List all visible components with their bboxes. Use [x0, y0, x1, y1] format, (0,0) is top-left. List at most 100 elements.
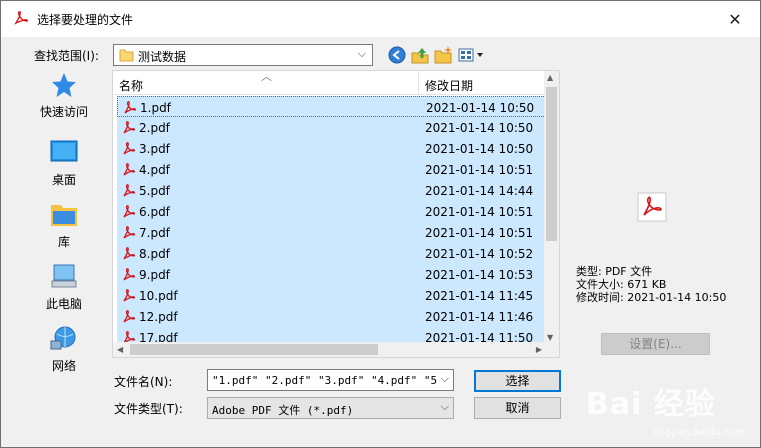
- title-bar: 选择要处理的文件 ✕: [1, 1, 760, 37]
- file-date: 2021-01-14 10:51: [425, 163, 534, 177]
- look-in-value: 测试数据: [138, 50, 187, 64]
- up-folder-icon[interactable]: [410, 45, 430, 65]
- sort-ascending-icon: ︿: [261, 70, 272, 83]
- file-row[interactable]: 6.pdf 2021-01-14 10:51: [117, 201, 546, 222]
- filetype-label: 文件类型(T):: [114, 402, 183, 416]
- open-button[interactable]: 选择: [474, 370, 561, 392]
- close-icon: ✕: [728, 9, 742, 29]
- pdf-file-icon: [123, 289, 136, 302]
- filetype-value: Adobe PDF 文件 (*.pdf): [212, 404, 354, 417]
- pdf-file-icon: [123, 310, 136, 323]
- folder-icon: [119, 49, 134, 62]
- file-date: 2021-01-14 11:45: [425, 289, 534, 303]
- look-in-dropdown[interactable]: 测试数据 ⌵: [113, 44, 373, 66]
- file-name: 4.pdf: [139, 163, 170, 177]
- place-this-pc[interactable]: 此电脑: [29, 263, 99, 323]
- desktop-icon: [50, 140, 78, 162]
- chevron-down-icon: ⌵: [357, 47, 366, 60]
- pdf-file-icon: [123, 142, 136, 155]
- file-row[interactable]: 7.pdf 2021-01-14 10:51: [117, 222, 546, 243]
- scroll-down-icon[interactable]: ▼: [547, 333, 553, 342]
- file-row[interactable]: 12.pdf 2021-01-14 11:46: [117, 306, 546, 327]
- place-desktop[interactable]: 桌面: [29, 139, 99, 199]
- settings-button: 设置(E)...: [601, 333, 710, 355]
- chevron-down-icon[interactable]: ⌵: [441, 372, 449, 386]
- file-name: 2.pdf: [139, 121, 170, 135]
- pdf-preview-icon: [637, 192, 667, 222]
- pdf-file-icon: [124, 101, 137, 114]
- file-row[interactable]: 8.pdf 2021-01-14 10:52: [117, 243, 546, 264]
- back-icon[interactable]: [387, 45, 407, 65]
- pdf-file-icon: [123, 121, 136, 134]
- file-name: 1.pdf: [140, 101, 171, 115]
- file-name: 12.pdf: [139, 310, 178, 324]
- look-in-label: 查找范围(I):: [34, 49, 99, 63]
- star-icon: [52, 73, 76, 97]
- file-row[interactable]: 4.pdf 2021-01-14 10:51: [117, 159, 546, 180]
- filename-input[interactable]: "1.pdf" "2.pdf" "3.pdf" "4.pdf" "5.pd ⌵: [207, 369, 454, 391]
- file-row[interactable]: 5.pdf 2021-01-14 14:44: [117, 180, 546, 201]
- scroll-up-icon[interactable]: ▲: [547, 73, 553, 82]
- file-date: 2021-01-14 10:50: [425, 121, 534, 135]
- filename-label: 文件名(N):: [114, 375, 173, 389]
- file-row[interactable]: 1.pdf 2021-01-14 10:50: [117, 96, 546, 117]
- baidu-watermark: Bai 经验: [586, 387, 716, 422]
- horizontal-scrollbar[interactable]: ◀ ▶: [113, 342, 546, 357]
- preview-modified: 修改时间: 2021-01-14 10:50: [576, 291, 727, 304]
- cancel-button[interactable]: 取消: [474, 397, 561, 419]
- baidu-watermark-url: jingyan.baidu.com: [653, 427, 746, 438]
- file-date: 2021-01-14 11:46: [425, 310, 534, 324]
- place-label: 快速访问: [39, 105, 88, 119]
- pdf-app-icon: [14, 11, 29, 25]
- pdf-file-icon: [123, 247, 136, 260]
- scroll-right-icon[interactable]: ▶: [536, 345, 542, 354]
- file-row[interactable]: 2.pdf 2021-01-14 10:50: [117, 117, 546, 138]
- file-date: 2021-01-14 10:50: [425, 142, 534, 156]
- place-label: 网络: [51, 359, 76, 373]
- pdf-file-icon: [123, 226, 136, 239]
- chevron-down-icon: ⌵: [440, 400, 449, 413]
- file-row[interactable]: 10.pdf 2021-01-14 11:45: [117, 285, 546, 306]
- library-icon: [51, 205, 77, 226]
- file-date: 2021-01-14 10:50: [426, 101, 535, 115]
- computer-icon: [51, 264, 77, 288]
- network-icon: [50, 326, 76, 350]
- scroll-thumb[interactable]: [130, 344, 378, 355]
- file-date: 2021-01-14 10:53: [425, 268, 534, 282]
- pdf-file-icon: [123, 268, 136, 281]
- column-header-date[interactable]: 修改日期: [425, 77, 473, 94]
- new-folder-icon[interactable]: [433, 45, 453, 65]
- file-row[interactable]: 3.pdf 2021-01-14 10:50: [117, 138, 546, 159]
- file-name: 9.pdf: [139, 268, 170, 282]
- file-date: 2021-01-14 10:51: [425, 205, 534, 219]
- vertical-scrollbar[interactable]: ▲ ▼: [544, 71, 559, 344]
- file-name: 7.pdf: [139, 226, 170, 240]
- window-title: 选择要处理的文件: [37, 13, 134, 27]
- scroll-left-icon[interactable]: ◀: [117, 345, 123, 354]
- place-label: 库: [57, 235, 70, 249]
- file-row[interactable]: 9.pdf 2021-01-14 10:53: [117, 264, 546, 285]
- file-name: 6.pdf: [139, 205, 170, 219]
- file-name: 3.pdf: [139, 142, 170, 156]
- pdf-file-icon: [123, 184, 136, 197]
- scroll-thumb[interactable]: [546, 87, 557, 241]
- view-menu-icon[interactable]: [457, 45, 485, 65]
- close-button[interactable]: ✕: [720, 5, 750, 33]
- filetype-dropdown[interactable]: Adobe PDF 文件 (*.pdf) ⌵: [207, 397, 454, 419]
- pdf-file-icon: [123, 163, 136, 176]
- place-label: 此电脑: [45, 297, 82, 311]
- place-library[interactable]: 库: [29, 201, 99, 261]
- place-label: 桌面: [51, 173, 76, 187]
- file-name: 5.pdf: [139, 184, 170, 198]
- column-divider[interactable]: [418, 71, 419, 95]
- file-name: 8.pdf: [139, 247, 170, 261]
- place-quick-access[interactable]: 快速访问: [29, 71, 99, 131]
- column-header-name[interactable]: 名称: [119, 77, 143, 94]
- place-network[interactable]: 网络: [29, 325, 99, 385]
- file-date: 2021-01-14 14:44: [425, 184, 534, 198]
- file-date: 2021-01-14 10:51: [425, 226, 534, 240]
- file-open-dialog: 选择要处理的文件 ✕ 查找范围(I): 测试数据 ⌵ 快速访问 桌面 库 此电脑…: [0, 0, 761, 448]
- column-header: ︿ 名称 修改日期: [113, 71, 546, 95]
- file-list[interactable]: ︿ 名称 修改日期 1.pdf 2021-01-14 10:50 2.pdf 2021…: [112, 70, 560, 358]
- scrollbar-corner: [544, 342, 559, 357]
